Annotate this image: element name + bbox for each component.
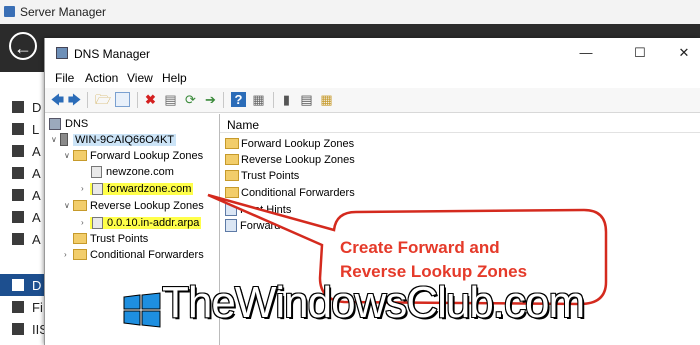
watermark-text: TheWindowsClub.com [161,277,586,328]
callout-line: Create Forward and [340,238,500,257]
windows-logo-icon [123,292,161,328]
callout-text: Create Forward and Reverse Lookup Zones [340,236,580,284]
